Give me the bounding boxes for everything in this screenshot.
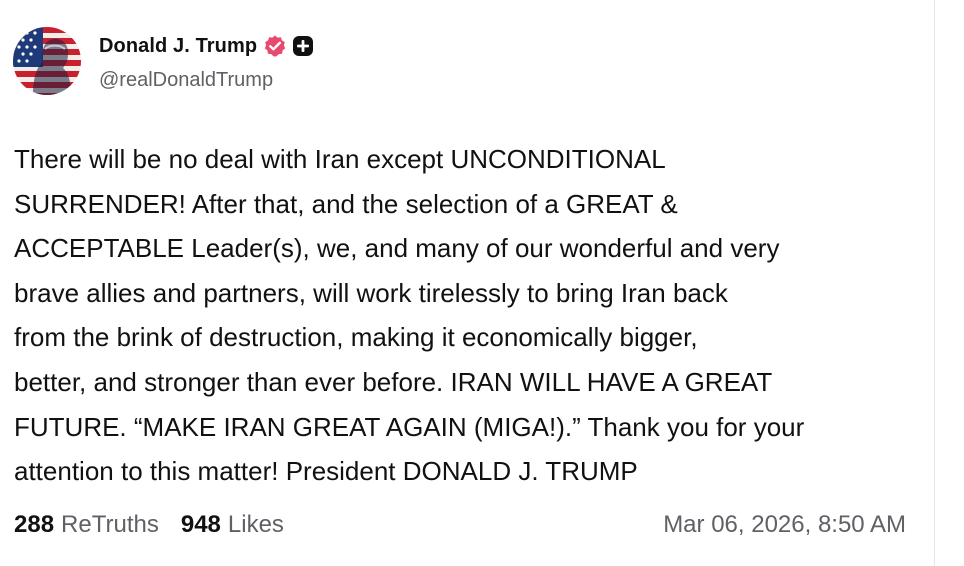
post-body-line: from the brink of destruction, making it… (14, 322, 698, 353)
post-card: Donald J. Trump @realDonaldTrump There w… (0, 0, 934, 566)
retruths-label: ReTruths (61, 511, 159, 538)
likes-stat[interactable]: 948 Likes (181, 511, 284, 539)
post-body-line: better, and stronger than ever before. I… (14, 366, 773, 397)
retruths-stat[interactable]: 288 ReTruths (14, 511, 159, 539)
column-divider (934, 0, 935, 566)
plus-badge-icon (292, 35, 314, 57)
retruths-count: 288 (14, 511, 55, 538)
post-body-line: SURRENDER! After that, and the selection… (14, 188, 678, 219)
likes-count: 948 (180, 511, 221, 538)
avatar[interactable] (13, 27, 81, 95)
post-stats: 288 ReTruths 948 Likes (14, 507, 306, 543)
verified-badge-icon (263, 34, 287, 58)
post-body-line: There will be no deal with Iran except U… (14, 144, 666, 174)
post-body-line: brave allies and partners, will work tir… (14, 277, 728, 308)
post-body-line: attention to this matter! President DONA… (14, 456, 638, 487)
author-display-name[interactable]: Donald J. Trump (99, 35, 257, 58)
post-body-line: ACCEPTABLE Leader(s), we, and many of ou… (14, 233, 780, 264)
author-row: Donald J. Trump (99, 33, 314, 59)
author-handle[interactable]: @realDonaldTrump (99, 69, 273, 92)
post-body: There will be no deal with Iran except U… (14, 137, 914, 494)
avatar-flag-portrait-icon (13, 27, 81, 95)
likes-label: Likes (227, 511, 284, 538)
post-body-line: FUTURE. “MAKE IRAN GREAT AGAIN (MIGA!).”… (14, 411, 805, 442)
post-timestamp[interactable]: Mar 06, 2026, 8:50 AM (663, 507, 906, 543)
